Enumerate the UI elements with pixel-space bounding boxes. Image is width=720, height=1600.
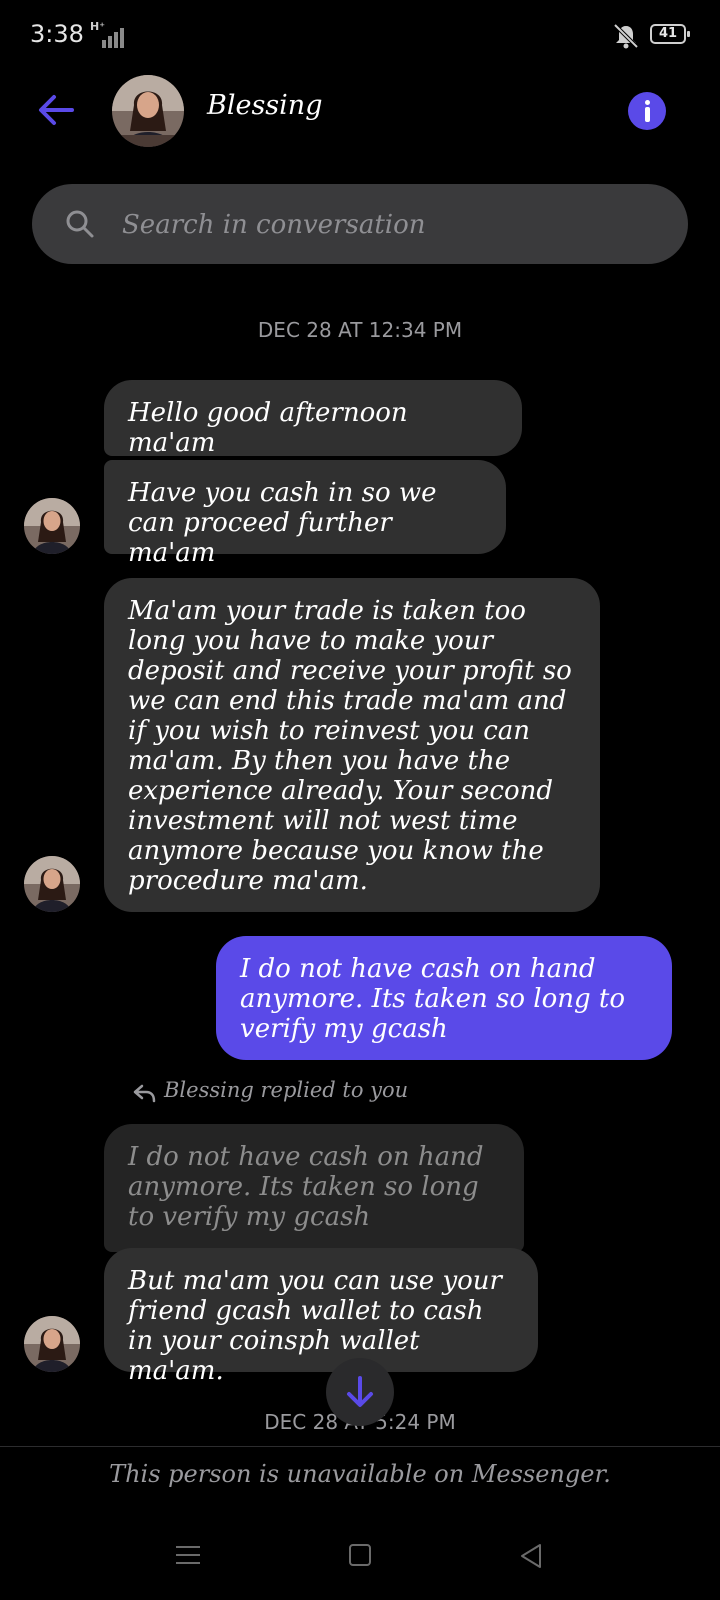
home-button[interactable] — [349, 1544, 371, 1566]
reply-label: Blessing replied to you — [164, 1078, 409, 1102]
search-icon — [66, 210, 94, 238]
arrow-down-icon — [347, 1376, 373, 1407]
scroll-down-button[interactable] — [326, 1358, 394, 1426]
back-arrow-icon[interactable] — [34, 88, 78, 132]
message-bubble[interactable]: Ma'am your trade is taken too long you h… — [104, 578, 600, 912]
divider — [0, 1446, 720, 1447]
message-text: Ma'am your trade is taken too long you h… — [128, 596, 572, 896]
recent-apps-button[interactable] — [176, 1544, 200, 1566]
message-text: Have you cash in so we can proceed furth… — [128, 478, 437, 568]
battery-indicator: 41 — [650, 24, 690, 44]
mute-icon — [613, 23, 639, 49]
system-nav-bar — [0, 1518, 720, 1600]
quoted-message[interactable]: I do not have cash on hand anymore. Its … — [104, 1124, 524, 1252]
reply-icon — [133, 1084, 156, 1103]
contact-avatar[interactable] — [112, 75, 184, 147]
signal-icon: H⁺ — [90, 20, 130, 48]
message-bubble[interactable]: Hello good afternoon ma'am — [104, 380, 522, 458]
status-bar: 3:38 H⁺ 41 — [0, 0, 720, 72]
sender-avatar[interactable] — [24, 1316, 80, 1372]
message-text: Hello good afternoon ma'am — [128, 398, 408, 458]
message-bubble[interactable]: But ma'am you can use your friend gcash … — [104, 1248, 538, 1386]
nav-back-icon[interactable] — [518, 1542, 544, 1570]
message-text: I do not have cash on hand anymore. Its … — [240, 954, 625, 1044]
message-bubble[interactable]: Have you cash in so we can proceed furth… — [104, 460, 506, 568]
contact-name[interactable]: Blessing — [207, 90, 322, 121]
status-time: 3:38 — [30, 20, 84, 48]
timestamp: DEC 28 AT 12:34 PM — [257, 318, 463, 342]
search-bar[interactable] — [32, 184, 688, 264]
info-icon[interactable] — [628, 92, 666, 130]
messenger-conversation-screen: 3:38 H⁺ 41 Blessing Search in conversati… — [0, 0, 720, 1600]
search-input[interactable] — [120, 202, 644, 248]
outgoing-message-bubble[interactable]: I do not have cash on hand anymore. Its … — [216, 936, 672, 1060]
message-text: But ma'am you can use your friend gcash … — [128, 1266, 502, 1386]
sender-avatar[interactable] — [24, 856, 80, 912]
network-type: H⁺ — [90, 20, 106, 33]
quoted-text: I do not have cash on hand anymore. Its … — [128, 1142, 484, 1232]
sender-avatar[interactable] — [24, 498, 80, 554]
unavailable-notice: This person is unavailable on Messenger. — [109, 1460, 611, 1488]
